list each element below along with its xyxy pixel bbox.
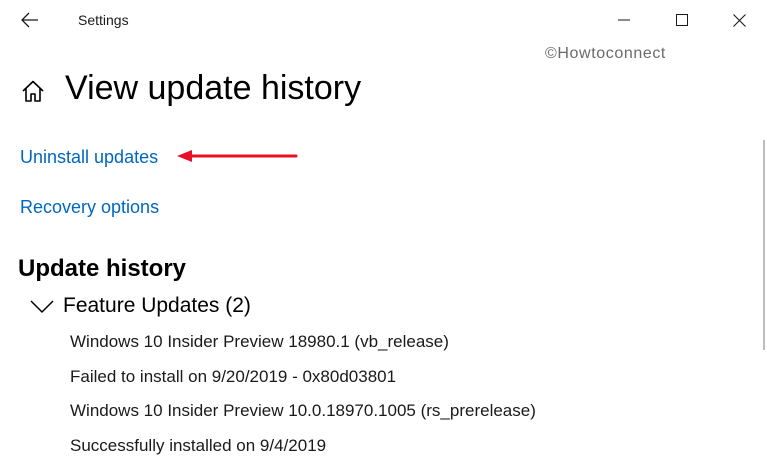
- chevron-down-icon: [30, 300, 54, 314]
- red-arrow-annotation: [177, 150, 298, 162]
- update-history-heading: Update history: [18, 255, 187, 282]
- maximize-icon: [676, 14, 688, 26]
- watermark: ©Howtoconnect: [545, 45, 666, 62]
- home-icon[interactable]: [20, 78, 46, 104]
- minimize-button[interactable]: [601, 4, 647, 36]
- maximize-button[interactable]: [659, 4, 705, 36]
- close-button[interactable]: [716, 4, 762, 36]
- close-icon: [732, 13, 746, 27]
- minimize-icon: [618, 19, 630, 21]
- update-entry-status[interactable]: Failed to install on 9/20/2019 - 0x80d03…: [70, 367, 396, 387]
- title-bar: Settings: [0, 0, 767, 40]
- feature-updates-group-toggle[interactable]: Feature Updates (2): [30, 291, 251, 321]
- recovery-options-link[interactable]: Recovery options: [20, 197, 159, 218]
- settings-window: Settings ©Howtoconnect View update histo…: [0, 0, 767, 469]
- back-button[interactable]: [14, 6, 46, 34]
- feature-updates-label: Feature Updates (2): [63, 294, 251, 317]
- uninstall-updates-link[interactable]: Uninstall updates: [20, 147, 158, 168]
- app-title: Settings: [78, 12, 129, 28]
- back-arrow-icon: [21, 12, 38, 28]
- scrollbar[interactable]: [763, 140, 765, 350]
- page-title: View update history: [65, 69, 362, 107]
- update-entry-status[interactable]: Successfully installed on 9/4/2019: [70, 436, 326, 456]
- update-entry-name[interactable]: Windows 10 Insider Preview 18980.1 (vb_r…: [70, 332, 449, 352]
- update-entry-name[interactable]: Windows 10 Insider Preview 10.0.18970.10…: [70, 401, 536, 421]
